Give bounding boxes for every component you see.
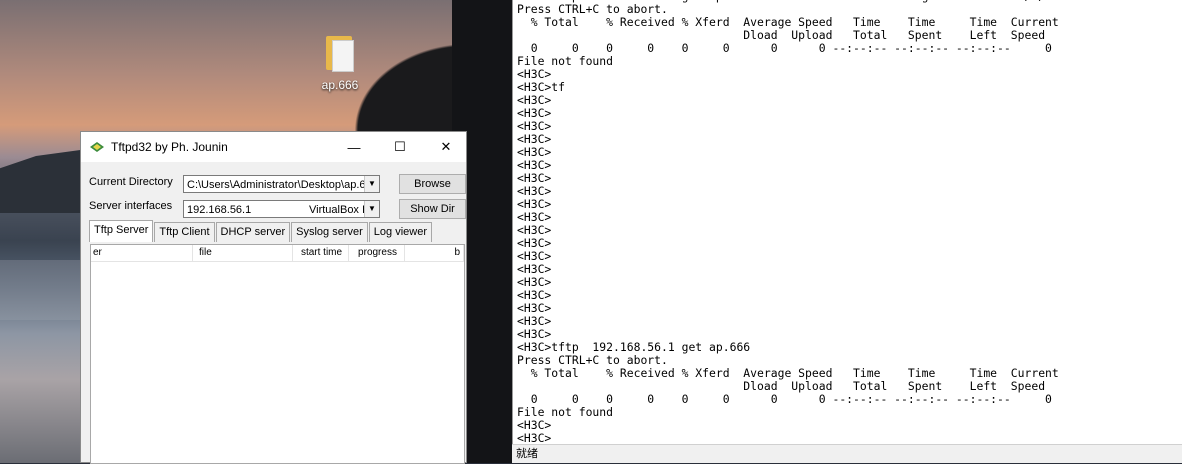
status-bar: 就绪 [512,444,1182,463]
chevron-down-icon[interactable]: ▼ [364,201,379,217]
console-line: <H3C> [517,262,552,276]
terminal-console[interactable]: <H3C>tftp 192.168.56.1 get ap.666 source… [512,0,1182,444]
console-line: <H3C> [517,236,552,250]
console-line: <H3C> [517,418,552,432]
current-directory-value: C:\Users\Administrator\Desktop\ap.6 [187,179,366,191]
column-header-peer[interactable]: er [91,245,193,261]
console-line: <H3C> [517,301,552,315]
console-line: <H3C> [517,197,552,211]
server-iface-name: VirtualBox I [309,204,366,216]
console-line: <H3C> [517,223,552,237]
console-line: <H3C> [517,288,552,302]
console-line: <H3C> [517,249,552,263]
console-line: File not found [517,405,614,419]
status-text: 就绪 [516,448,538,460]
transfer-list-header: er file start time progress b [91,245,464,262]
title-bar[interactable]: Tftpd32 by Ph. Jounin — ☐ ✕ [81,132,466,162]
console-line: <H3C> [517,158,552,172]
console-line: <H3C> [517,275,552,289]
tftpd-app-icon [90,142,104,152]
console-line: <H3C> [517,210,552,224]
console-line: <H3C> [517,145,552,159]
browse-button[interactable]: Browse [399,174,466,194]
console-line: <H3C> [517,106,552,120]
minimize-button[interactable]: — [331,132,377,162]
column-header-start-time[interactable]: start time [293,245,349,261]
server-interfaces-combo[interactable]: 192.168.56.1 VirtualBox I ▼ [183,200,380,218]
console-line: <H3C> [517,132,552,146]
column-header-file[interactable]: file [193,245,293,261]
console-line: <H3C> [517,93,552,107]
console-line: <H3C> [517,184,552,198]
tab-dhcp-server[interactable]: DHCP server [215,222,291,242]
console-line: <H3C> [517,314,552,328]
folder-icon [324,32,356,72]
transfer-list[interactable]: er file start time progress b [90,244,465,464]
maximize-button[interactable]: ☐ [377,132,423,162]
tab-tftp-server[interactable]: Tftp Server [89,220,154,242]
server-ip-value: 192.168.56.1 [187,204,252,216]
console-line: <H3C> [517,119,552,133]
server-interfaces-label: Server interfaces [89,200,173,212]
console-line: <H3C> [517,171,552,185]
show-dir-button[interactable]: Show Dir [399,199,466,219]
tftpd32-window: Tftpd32 by Ph. Jounin — ☐ ✕ Current Dire… [80,131,467,464]
current-directory-combo[interactable]: C:\Users\Administrator\Desktop\ap.6 ▼ [183,175,380,193]
column-header-progress[interactable]: progress [349,245,405,261]
desktop-file-icon[interactable]: ap.666 [314,32,366,92]
console-line: File not found [517,54,614,68]
desktop-icon-label: ap.666 [321,78,359,92]
chevron-down-icon[interactable]: ▼ [364,176,379,192]
tab-syslog-server[interactable]: Syslog server [291,222,368,242]
console-line: <H3C>tf [517,80,566,94]
close-button[interactable]: ✕ [423,132,469,162]
console-line: <H3C> [517,67,552,81]
console-line: <H3C> [517,431,552,445]
tab-strip: Tftp Server Tftp Client DHCP server Sysl… [89,220,433,242]
window-title: Tftpd32 by Ph. Jounin [111,140,228,154]
console-output: <H3C>tftp 192.168.56.1 get ap.666 source… [517,0,1059,444]
tab-tftp-client[interactable]: Tftp Client [154,222,215,242]
tab-log-viewer[interactable]: Log viewer [368,222,432,242]
current-directory-label: Current Directory [89,176,173,188]
column-header-bytes[interactable]: b [405,245,464,261]
